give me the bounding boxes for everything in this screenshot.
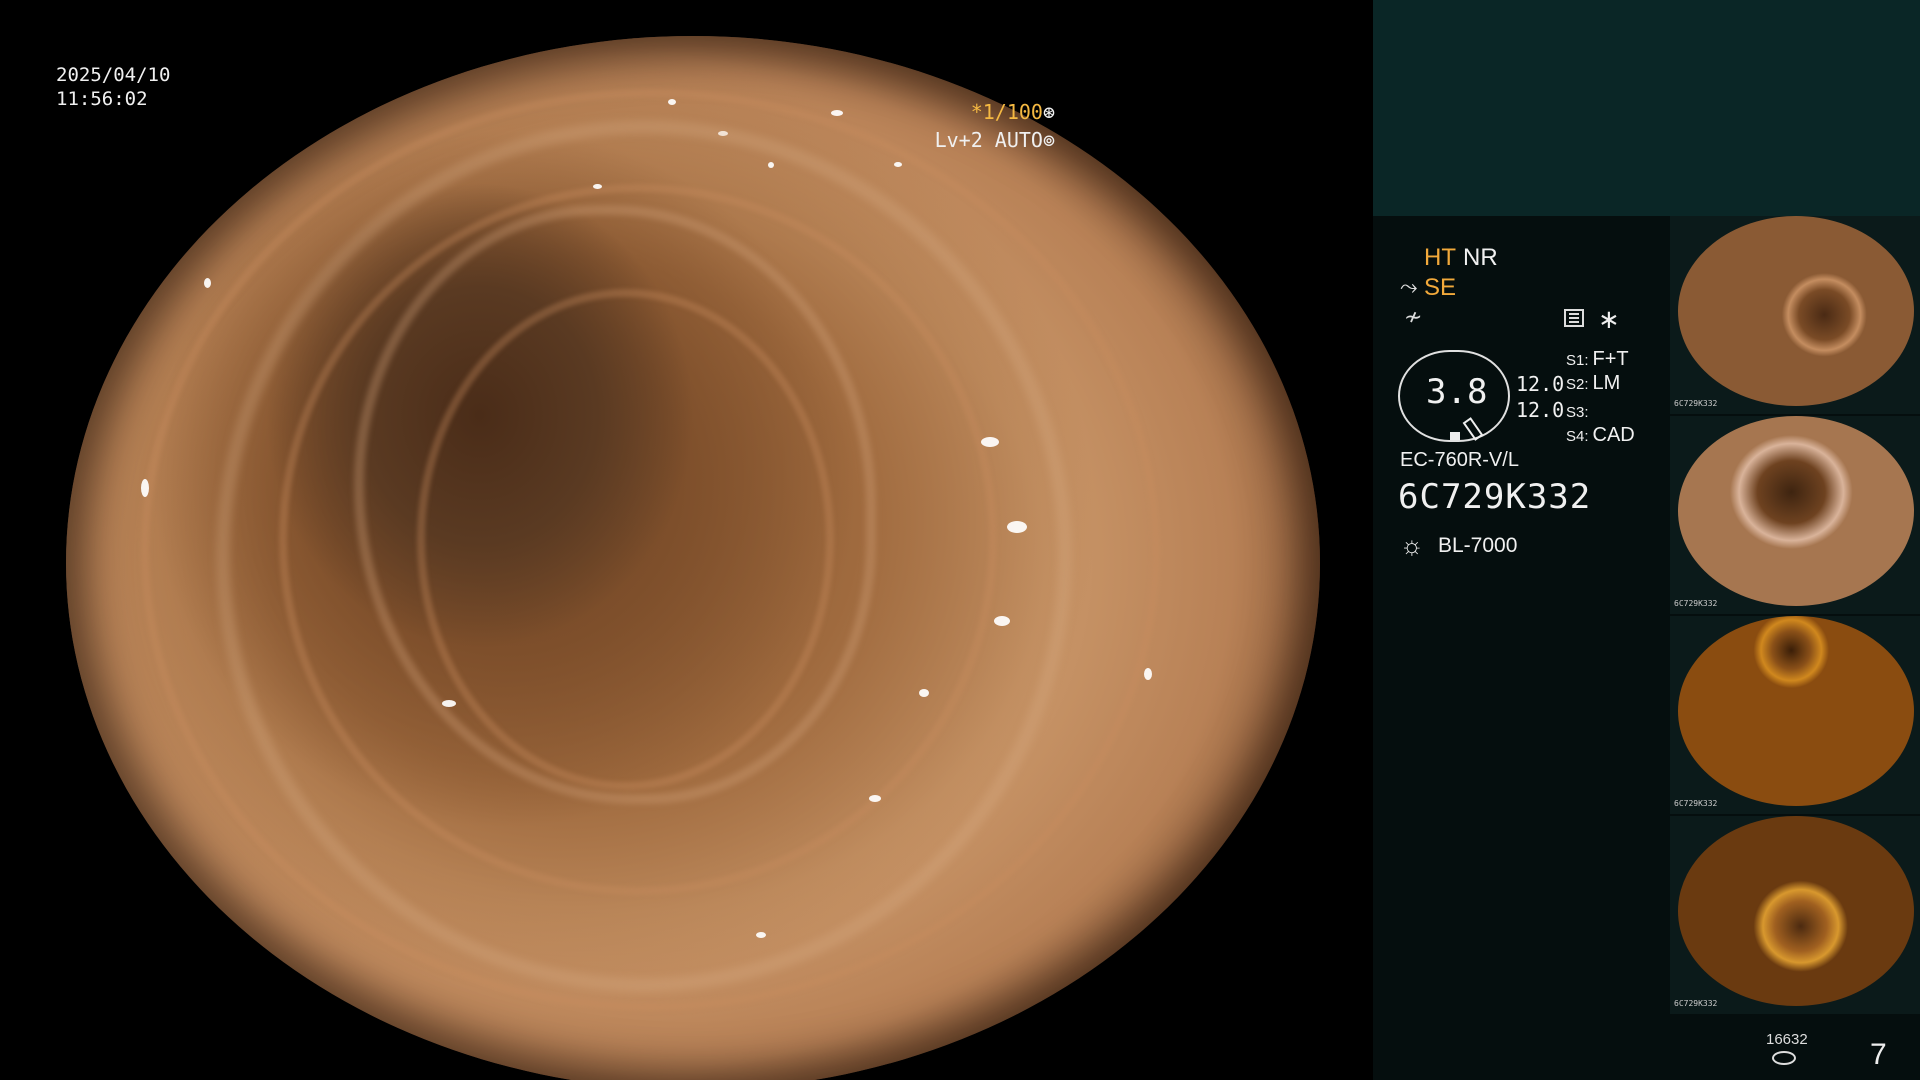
image-counter: 16632 bbox=[1766, 1031, 1808, 1048]
thumbnail-image bbox=[1678, 616, 1914, 806]
specular-highlight bbox=[981, 436, 1000, 447]
specular-highlight bbox=[755, 931, 766, 938]
thumbnail-caption: 6C729K332 bbox=[1674, 599, 1718, 608]
captured-thumbnail-3[interactable]: 6C729K332 bbox=[1670, 616, 1920, 814]
structure-enhance-icon: ⤳ bbox=[1400, 274, 1418, 299]
specular-highlight bbox=[993, 615, 1010, 626]
scope-model: EC-760R-V/L bbox=[1400, 449, 1519, 471]
mucosal-fold bbox=[141, 88, 1161, 1012]
level-value: Lv+2 AUTO bbox=[934, 128, 1043, 152]
side-panel-header bbox=[1373, 0, 1920, 216]
setting-value-2: 12.0 bbox=[1516, 398, 1565, 422]
slot-key: S1: bbox=[1566, 352, 1589, 369]
thumbnail-caption: 6C729K332 bbox=[1674, 799, 1718, 808]
captured-thumbnail-2[interactable]: 6C729K332 bbox=[1670, 416, 1920, 614]
light-source-icon: ☼ bbox=[1400, 530, 1424, 560]
date-text: 2025/04/10 bbox=[56, 64, 171, 86]
thumbnail-image bbox=[1678, 816, 1914, 1006]
thumbnail-image bbox=[1678, 416, 1914, 606]
specular-highlight bbox=[718, 130, 729, 136]
switch-slot-2: S2: LM bbox=[1566, 372, 1620, 395]
slot-value: LM bbox=[1592, 372, 1621, 394]
page-number: 7 bbox=[1870, 1038, 1887, 1071]
slot-key: S4: bbox=[1566, 428, 1589, 445]
mucosal-fold bbox=[279, 183, 998, 896]
captured-thumbnail-1[interactable]: 6C729K332 bbox=[1670, 216, 1920, 414]
specular-highlight bbox=[203, 278, 211, 289]
specular-highlight bbox=[868, 794, 881, 802]
specular-highlight bbox=[830, 109, 843, 116]
captured-thumbnail-4[interactable]: 6C729K332 bbox=[1670, 816, 1920, 1014]
switch-slot-4: S4: CAD bbox=[1566, 424, 1635, 447]
storage-disk-icon bbox=[1772, 1051, 1796, 1065]
slot-key: S3: bbox=[1566, 404, 1589, 421]
star-indicator: ∗ bbox=[1598, 304, 1620, 334]
specular-highlight bbox=[442, 700, 457, 708]
specular-highlight bbox=[592, 183, 602, 189]
ht-indicator: HT bbox=[1424, 244, 1456, 271]
iris-icon: ⊚ bbox=[1042, 128, 1055, 152]
specular-highlight bbox=[918, 689, 929, 698]
color-mode-icon: ≁ bbox=[1404, 304, 1423, 329]
se-indicator: SE bbox=[1424, 274, 1457, 301]
shutter-value: *1/100 bbox=[970, 100, 1043, 124]
slot-key: S2: bbox=[1566, 376, 1589, 393]
time-text: 11:56:02 bbox=[56, 88, 148, 110]
thumbnail-image bbox=[1678, 216, 1914, 406]
light-source-model: BL-7000 bbox=[1438, 534, 1518, 557]
specular-highlight bbox=[1144, 668, 1153, 681]
setting-value-1: 12.0 bbox=[1516, 372, 1565, 396]
switch-slot-1: S1: F+T bbox=[1566, 348, 1629, 371]
endoscopic-image bbox=[66, 36, 1320, 1080]
gauge-value: 3.8 bbox=[1426, 372, 1488, 412]
thumbnail-caption: 6C729K332 bbox=[1674, 399, 1718, 408]
filter-settings-icon bbox=[1564, 309, 1584, 327]
nr-indicator: NR bbox=[1463, 244, 1498, 271]
switch-slot-3: S3: bbox=[1566, 400, 1593, 423]
gauge-marker-icon bbox=[1450, 432, 1460, 440]
brightness-level: Lv+2 AUTO⊚ bbox=[935, 128, 1055, 152]
aperture-icon: ⊛ bbox=[1042, 100, 1055, 124]
specular-highlight bbox=[1006, 520, 1027, 533]
shutter-speed: *1/100⊛ bbox=[971, 100, 1055, 124]
scope-serial: 6C729K332 bbox=[1398, 477, 1592, 517]
mucosal-fold bbox=[417, 288, 835, 790]
specular-highlight bbox=[768, 162, 775, 169]
thumbnail-caption: 6C729K332 bbox=[1674, 999, 1718, 1008]
slot-value: CAD bbox=[1592, 424, 1635, 446]
endoscope-live-view: 2025/04/10 11:56:02 *1/100⊛ Lv+2 AUTO⊚ bbox=[0, 0, 1373, 1080]
slot-value: F+T bbox=[1592, 348, 1629, 370]
